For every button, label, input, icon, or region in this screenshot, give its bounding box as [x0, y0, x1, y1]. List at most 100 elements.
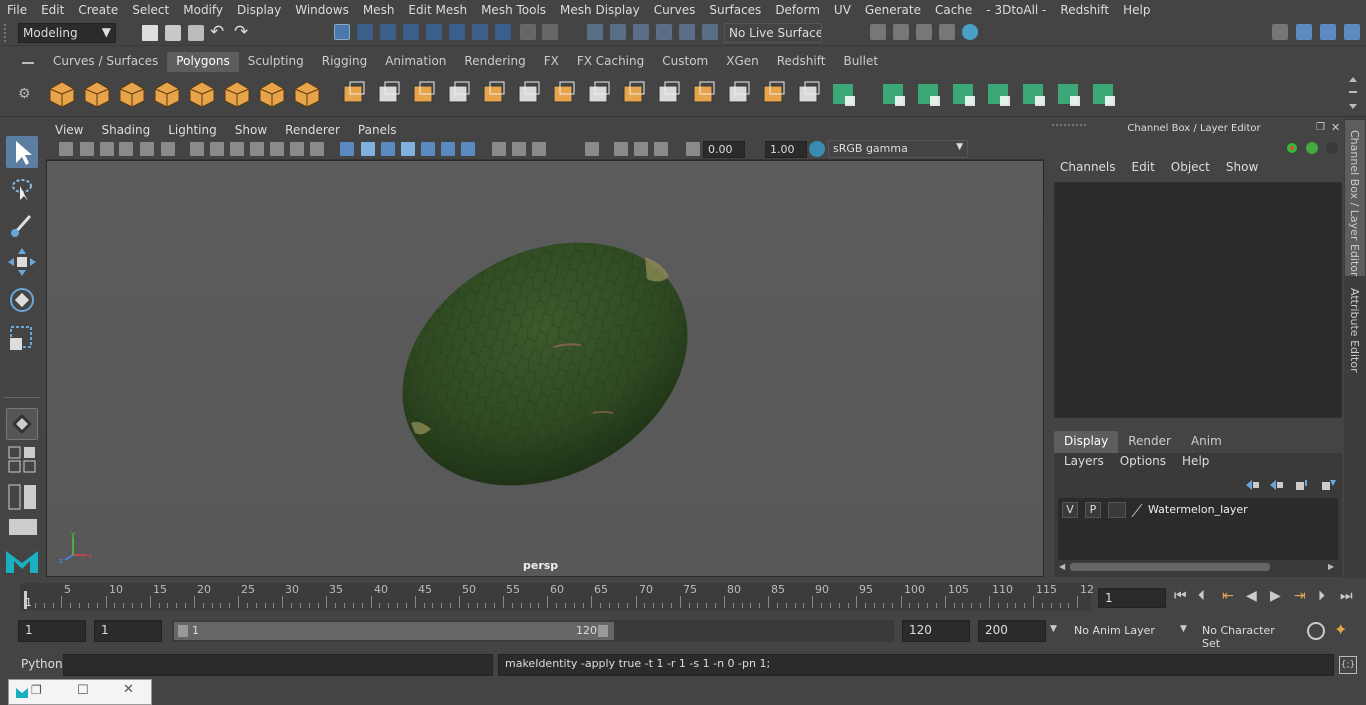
- sphere-icon[interactable]: [48, 80, 76, 108]
- transfer-icon[interactable]: [985, 80, 1013, 108]
- layer-scrollbar[interactable]: ◀ ▶: [1058, 561, 1338, 573]
- extract-icon[interactable]: [410, 80, 438, 108]
- select-tool-icon[interactable]: [6, 136, 38, 168]
- menu-surfaces[interactable]: Surfaces: [702, 3, 768, 17]
- range-start-grip[interactable]: [178, 625, 188, 637]
- close-icon[interactable]: ✕: [123, 682, 134, 697]
- symmetry-icon[interactable]: [633, 24, 649, 40]
- uv-auto-icon[interactable]: [915, 80, 943, 108]
- ipr-render-icon[interactable]: [916, 24, 932, 40]
- append-icon[interactable]: [795, 80, 823, 108]
- range-slider[interactable]: 1 120: [172, 620, 894, 642]
- anim-layer-field[interactable]: No Anim Layer: [1068, 620, 1172, 642]
- panel-menu-lighting[interactable]: Lighting: [159, 123, 226, 137]
- menu-3dtoall[interactable]: - 3DtoAll -: [979, 3, 1053, 17]
- multi-cut-icon[interactable]: [550, 80, 578, 108]
- menu-mesh-tools[interactable]: Mesh Tools: [474, 3, 553, 17]
- motion-blur-icon[interactable]: [492, 142, 506, 156]
- fill-hole-icon[interactable]: [690, 80, 718, 108]
- layer-color-icon[interactable]: [1130, 502, 1144, 518]
- step-back-frame-icon[interactable]: ⇤: [1222, 588, 1234, 604]
- select-by-hierarchy-icon[interactable]: [334, 24, 350, 40]
- panel-menu-panels[interactable]: Panels: [349, 123, 406, 137]
- shadows-icon[interactable]: [441, 142, 455, 156]
- menu-help[interactable]: Help: [1116, 3, 1157, 17]
- separate-icon[interactable]: [375, 80, 403, 108]
- merge-icon[interactable]: [725, 80, 753, 108]
- playback-end-field[interactable]: 120: [902, 620, 970, 642]
- panel-menu-show[interactable]: Show: [226, 123, 276, 137]
- undo-icon[interactable]: ↶: [210, 22, 224, 42]
- gamma-field[interactable]: 1.00: [765, 141, 807, 158]
- isolate-select-icon[interactable]: [585, 142, 599, 156]
- wireframe-icon[interactable]: [340, 142, 354, 156]
- paint-select-tool-icon[interactable]: [6, 208, 38, 240]
- toggle-channel-box-icon[interactable]: [1344, 24, 1360, 40]
- rotate-tool-icon[interactable]: [6, 284, 38, 316]
- mirror-geo-icon[interactable]: [1020, 80, 1048, 108]
- resolution-gate-icon[interactable]: [230, 142, 244, 156]
- layout-quad-icon[interactable]: [8, 446, 38, 474]
- render-settings-icon[interactable]: [870, 24, 886, 40]
- shelf-tab-fx[interactable]: FX: [535, 52, 568, 72]
- snap-view-icon[interactable]: [472, 24, 488, 40]
- shelf-tab-rigging[interactable]: Rigging: [313, 52, 376, 72]
- layer-name[interactable]: Watermelon_layer: [1148, 503, 1248, 516]
- layer-display-type-toggle[interactable]: [1108, 502, 1126, 518]
- menu-redshift[interactable]: Redshift: [1053, 3, 1116, 17]
- snap-curve-icon[interactable]: [426, 24, 442, 40]
- xray-active-icon[interactable]: [654, 142, 668, 156]
- shelf-tab-fx-caching[interactable]: FX Caching: [568, 52, 653, 72]
- color-space-dropdown[interactable]: sRGB gamma ▼: [828, 140, 968, 158]
- channel-box-filter-icon[interactable]: [1285, 141, 1299, 155]
- go-to-end-icon[interactable]: ⏭: [1340, 588, 1353, 604]
- last-tool-icon[interactable]: [6, 408, 38, 440]
- textured-icon[interactable]: [401, 142, 415, 156]
- watermelon-model[interactable]: [47, 161, 1045, 578]
- scale-tool-icon[interactable]: [6, 322, 38, 354]
- anti-aliasing-icon[interactable]: [512, 142, 526, 156]
- menu-select[interactable]: Select: [125, 3, 176, 17]
- save-scene-icon[interactable]: [188, 25, 204, 41]
- grid-icon[interactable]: [190, 142, 204, 156]
- render-frame-icon[interactable]: [893, 24, 909, 40]
- play-forward-icon[interactable]: ▶: [1270, 588, 1281, 604]
- maximize-icon[interactable]: ☐: [77, 683, 89, 698]
- character-set-field[interactable]: No Character Set: [1196, 620, 1298, 650]
- cone-icon[interactable]: [153, 80, 181, 108]
- preferences-icon[interactable]: ✦: [1334, 620, 1347, 639]
- step-forward-key-icon[interactable]: ⏵: [1318, 588, 1325, 604]
- mirror-icon[interactable]: [515, 80, 543, 108]
- shelf-tab-custom[interactable]: Custom: [653, 52, 717, 72]
- layer-tab-render[interactable]: Render: [1118, 431, 1181, 453]
- scroll-right-icon[interactable]: ▶: [1328, 562, 1334, 571]
- bookmark-icon[interactable]: [100, 142, 114, 156]
- end-time-field[interactable]: 200: [978, 620, 1046, 642]
- menu-cache[interactable]: Cache: [928, 3, 979, 17]
- cube-icon[interactable]: [83, 80, 111, 108]
- start-time-field[interactable]: 1: [18, 620, 86, 642]
- safe-title-icon[interactable]: [310, 142, 324, 156]
- smooth-shade-icon[interactable]: [361, 142, 375, 156]
- channel-box-menu-show[interactable]: Show: [1218, 160, 1266, 180]
- move-tool-icon[interactable]: [6, 246, 38, 278]
- float-panel-icon[interactable]: ❐: [1316, 122, 1325, 133]
- menu-edit-mesh[interactable]: Edit Mesh: [401, 3, 474, 17]
- step-back-key-icon[interactable]: ⏴: [1198, 588, 1205, 604]
- select-by-component-icon[interactable]: [380, 24, 396, 40]
- channel-box-menu-channels[interactable]: Channels: [1052, 160, 1124, 180]
- menu-edit[interactable]: Edit: [34, 3, 71, 17]
- 2d-pan-zoom-icon[interactable]: [161, 142, 175, 156]
- toggle-attribute-editor-icon[interactable]: [1296, 24, 1312, 40]
- panel-menu-view[interactable]: View: [46, 123, 92, 137]
- layer-visibility-toggle[interactable]: V: [1062, 502, 1078, 518]
- shelf-tab-polygons[interactable]: Polygons: [167, 52, 239, 72]
- shelf-tab-animation[interactable]: Animation: [376, 52, 455, 72]
- bevel-icon[interactable]: [620, 80, 648, 108]
- snap-align-icon[interactable]: [679, 24, 695, 40]
- menu-create[interactable]: Create: [71, 3, 125, 17]
- grease-pencil-icon[interactable]: [140, 142, 154, 156]
- snap-surface-icon[interactable]: [495, 24, 511, 40]
- combine-icon[interactable]: [340, 80, 368, 108]
- use-all-lights-icon[interactable]: [421, 142, 435, 156]
